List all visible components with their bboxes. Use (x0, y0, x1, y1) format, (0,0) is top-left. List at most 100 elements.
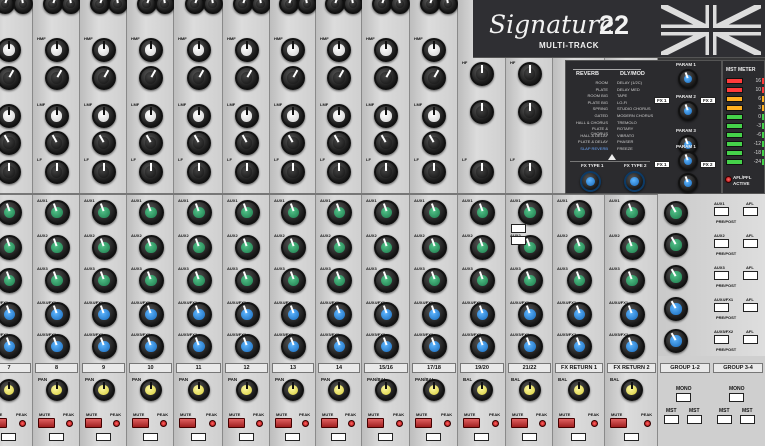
group-1-2-mono-button[interactable] (676, 393, 691, 402)
hmf-gain-knob[interactable] (517, 100, 542, 124)
aux-send-knob[interactable] (234, 302, 260, 327)
aux-master-select-button[interactable] (714, 239, 729, 248)
aux-send-knob[interactable] (422, 302, 447, 327)
aux-send-knob[interactable] (0, 334, 22, 359)
lf-gain-knob[interactable] (374, 160, 398, 184)
fx-param-knob[interactable] (678, 173, 698, 193)
pan-knob[interactable] (0, 379, 20, 401)
fx-type-2-knob[interactable] (624, 171, 645, 192)
hmf-gain-knob[interactable] (138, 38, 163, 62)
lf-gain-knob[interactable] (517, 160, 542, 184)
hf-freq-knob[interactable] (250, 0, 271, 14)
hmf-gain-knob[interactable] (327, 38, 351, 62)
mute-button[interactable] (275, 418, 292, 428)
aux-send-knob[interactable] (234, 235, 260, 260)
group-3-4-mst-left-button[interactable] (717, 415, 732, 424)
lmf-gain-knob[interactable] (44, 104, 69, 128)
hf-freq-knob[interactable] (154, 0, 175, 14)
hmf-freq-knob[interactable] (44, 66, 69, 90)
aux-send-knob[interactable] (91, 334, 117, 359)
mute-button[interactable] (0, 418, 7, 428)
hmf-gain-knob[interactable] (234, 38, 259, 62)
aux-send-knob[interactable] (186, 268, 212, 293)
pfl-button[interactable] (474, 433, 489, 441)
hf-gain-knob[interactable] (136, 0, 157, 14)
lf-gain-knob[interactable] (470, 160, 494, 184)
hf-gain-knob[interactable] (325, 0, 345, 14)
hf-gain-knob[interactable] (470, 62, 494, 86)
lf-gain-knob[interactable] (422, 160, 446, 184)
pfl-button[interactable] (285, 433, 300, 441)
mute-button[interactable] (610, 418, 627, 428)
aux-send-knob[interactable] (327, 200, 352, 225)
hmf-freq-knob[interactable] (91, 66, 116, 90)
aux-send-knob[interactable] (374, 235, 399, 260)
afl-button[interactable] (743, 271, 758, 280)
pfl-button[interactable] (238, 433, 254, 441)
hf-freq-knob[interactable] (13, 0, 33, 14)
lmf-freq-knob[interactable] (234, 131, 259, 155)
hf-freq-knob[interactable] (202, 0, 223, 14)
lmf-gain-knob[interactable] (327, 104, 351, 128)
aux-send-knob[interactable] (234, 200, 260, 225)
aux-send-knob[interactable] (281, 235, 306, 260)
aux-send-knob[interactable] (91, 200, 117, 225)
mute-button[interactable] (558, 418, 575, 428)
pfl-button[interactable] (142, 433, 158, 441)
aux-send-knob[interactable] (619, 235, 645, 260)
lf-gain-knob[interactable] (138, 160, 163, 184)
afl-button[interactable] (743, 207, 758, 216)
lmf-gain-knob[interactable] (91, 104, 116, 128)
aux-send-knob[interactable] (234, 334, 260, 359)
pan-knob[interactable] (471, 379, 493, 401)
pan-knob[interactable] (328, 379, 350, 401)
aux1-pre-button[interactable] (511, 224, 526, 233)
lmf-freq-knob[interactable] (374, 131, 398, 155)
lmf-freq-knob[interactable] (422, 131, 446, 155)
aux-send-knob[interactable] (0, 235, 22, 260)
lmf-freq-knob[interactable] (0, 131, 21, 155)
mute-button[interactable] (511, 418, 528, 428)
aux-send-knob[interactable] (567, 235, 592, 260)
hmf-freq-knob[interactable] (0, 66, 21, 90)
aux-send-knob[interactable] (567, 268, 592, 293)
pan-knob[interactable] (518, 379, 541, 401)
aux-send-knob[interactable] (470, 268, 495, 293)
hf-freq-knob[interactable] (438, 0, 458, 14)
fx-param-knob[interactable] (678, 101, 698, 121)
lf-gain-knob[interactable] (281, 160, 305, 184)
aux-send-knob[interactable] (327, 302, 352, 327)
aux-send-knob[interactable] (374, 200, 399, 225)
hf-freq-knob[interactable] (297, 0, 317, 14)
mute-button[interactable] (38, 418, 55, 428)
aux-send-knob[interactable] (619, 302, 645, 327)
aux-send-knob[interactable] (619, 200, 645, 225)
pfl-button[interactable] (426, 433, 441, 441)
aux-send-knob[interactable] (0, 200, 22, 225)
lmf-gain-knob[interactable] (0, 104, 21, 128)
aux-send-knob[interactable] (327, 235, 352, 260)
afl-button[interactable] (743, 335, 758, 344)
pan-knob[interactable] (375, 379, 397, 401)
hmf-gain-knob[interactable] (281, 38, 305, 62)
hf-gain-knob[interactable] (279, 0, 299, 14)
pfl-button[interactable] (521, 433, 537, 441)
group-3-4-mst-right-button[interactable] (740, 415, 755, 424)
hmf-freq-knob[interactable] (281, 66, 305, 90)
pfl-button[interactable] (95, 433, 111, 441)
aux-master-knob[interactable] (664, 329, 688, 353)
pan-knob[interactable] (187, 379, 210, 401)
aux-send-knob[interactable] (138, 235, 164, 260)
aux-send-knob[interactable] (470, 200, 495, 225)
lf-gain-knob[interactable] (0, 160, 21, 184)
pan-knob[interactable] (45, 379, 68, 401)
fx-type-1-knob[interactable] (580, 171, 601, 192)
aux-send-knob[interactable] (281, 302, 306, 327)
lmf-freq-knob[interactable] (327, 131, 351, 155)
hmf-freq-knob[interactable] (422, 66, 446, 90)
mute-button[interactable] (132, 418, 149, 428)
hf-freq-knob[interactable] (390, 0, 410, 14)
pan-knob[interactable] (139, 379, 162, 401)
aux-send-knob[interactable] (470, 302, 495, 327)
aux-master-select-button[interactable] (714, 303, 729, 312)
